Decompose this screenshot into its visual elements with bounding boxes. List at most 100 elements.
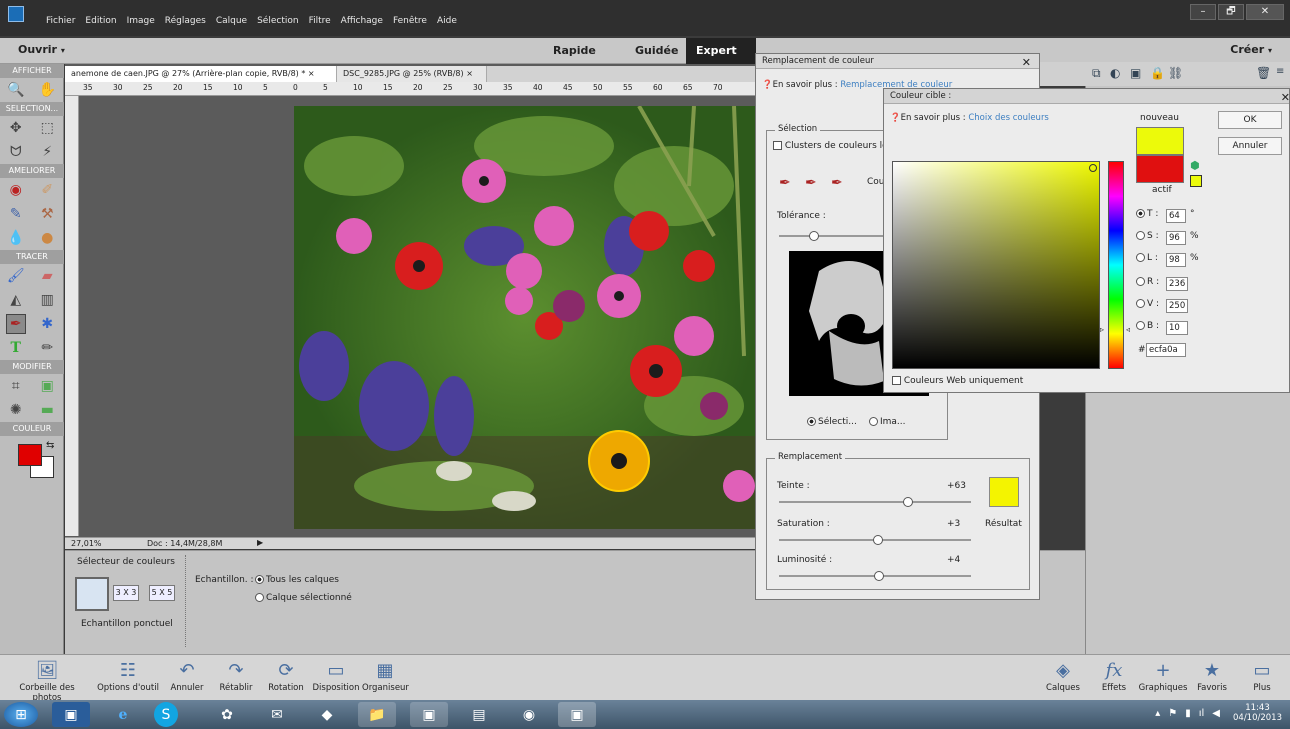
hex-input[interactable]: ecfa0a — [1146, 343, 1186, 357]
taskbar-thunderbird[interactable]: ✉ — [258, 702, 296, 727]
tab-anemone[interactable]: anemone de caen.JPG @ 27% (Arrière-plan … — [65, 66, 337, 82]
red-eye-icon[interactable]: ◉ — [6, 180, 26, 200]
taskbar-ie[interactable]: e — [104, 702, 142, 727]
radio-image[interactable]: Ima... — [869, 417, 906, 427]
radio-b[interactable] — [1136, 321, 1145, 330]
eraser-icon[interactable]: ▰ — [37, 266, 57, 286]
close-icon[interactable]: ✕ — [1022, 55, 1031, 70]
active-color-swatch[interactable] — [1136, 155, 1184, 183]
taskbar-pse[interactable]: ▣ — [410, 702, 448, 727]
layout-button[interactable]: ▭ Disposition — [310, 659, 362, 693]
lightness-value[interactable]: +4 — [947, 555, 960, 565]
straighten-icon[interactable]: ▬ — [37, 400, 57, 420]
sponge-icon[interactable]: ● — [37, 228, 57, 248]
photo-canvas[interactable] — [294, 106, 756, 529]
text-icon[interactable]: T — [6, 338, 26, 358]
menu-fichier[interactable]: Fichier — [46, 16, 75, 26]
radio-r[interactable] — [1136, 277, 1145, 286]
eyedropper-icon[interactable]: ✒ — [5, 314, 26, 334]
minimize-button[interactable]: – — [1190, 4, 1216, 20]
marquee-icon[interactable]: ⬚ — [37, 118, 57, 138]
menu-edition[interactable]: Edition — [85, 16, 116, 26]
close-icon[interactable]: × — [308, 69, 315, 78]
color-picker-titlebar[interactable]: Couleur cible : ✕ — [884, 89, 1290, 105]
menu-filtre[interactable]: Filtre — [309, 16, 331, 26]
color-field-cursor[interactable] — [1089, 164, 1097, 172]
gamut-cube-icon[interactable]: ⬢ — [1190, 159, 1200, 172]
undo-button[interactable]: ↶ Annuler — [166, 659, 208, 693]
lock-icon[interactable]: 🔒 — [1150, 66, 1165, 80]
field-s-input[interactable]: 96 — [1166, 231, 1186, 245]
color-field[interactable] — [892, 161, 1100, 369]
menu-aide[interactable]: Aide — [437, 16, 457, 26]
layers-button[interactable]: ◈ Calques — [1042, 659, 1084, 693]
saturation-knob[interactable] — [873, 535, 883, 545]
hue-pointer-right-icon[interactable]: ◃ — [1126, 325, 1130, 334]
foreground-color-swatch[interactable] — [18, 444, 42, 466]
menu-image[interactable]: Image — [127, 16, 155, 26]
tool-options-button[interactable]: ☷ Options d'outil — [96, 659, 160, 693]
taskbar-pse-editor[interactable]: ▣ — [558, 702, 596, 727]
custom-shape-icon[interactable]: ✱ — [37, 314, 57, 334]
mode-rapide[interactable]: Rapide — [543, 38, 606, 64]
menu-calque[interactable]: Calque — [216, 16, 247, 26]
link-icon[interactable]: ⛓ — [1168, 66, 1183, 80]
cancel-button[interactable]: Annuler — [1218, 137, 1282, 155]
eyedropper-minus-icon[interactable]: ✒ — [831, 175, 843, 191]
sample-point-button[interactable] — [75, 577, 109, 611]
mode-guidee[interactable]: Guidée — [625, 38, 688, 64]
start-button[interactable]: ⊞ — [4, 702, 38, 727]
ok-button[interactable]: OK — [1218, 111, 1282, 129]
gradient-icon[interactable]: ▥ — [37, 290, 57, 310]
app-icon[interactable] — [8, 6, 24, 22]
clusters-checkbox[interactable]: Clusters de couleurs lo — [773, 141, 888, 151]
recompose-icon[interactable]: ▣ — [37, 376, 57, 396]
field-r-input[interactable]: 236 — [1166, 277, 1188, 291]
clock[interactable]: 11:43 04/10/2013 — [1233, 703, 1282, 723]
taskbar-app-icon[interactable]: ▣ — [52, 702, 90, 727]
close-icon[interactable]: ✕ — [1281, 90, 1290, 105]
taskbar-skype[interactable]: S — [154, 702, 178, 727]
hand-icon[interactable]: ✋ — [37, 80, 57, 100]
zoom-value[interactable]: 27,01% — [71, 539, 102, 548]
radio-l[interactable] — [1136, 253, 1145, 262]
photo-bin-button[interactable]: 🖼 Corbeille des photos — [6, 659, 88, 703]
adjustment-icon[interactable]: ◐ — [1110, 66, 1120, 80]
healing-icon[interactable]: ✐ — [37, 180, 57, 200]
clone-stamp-icon[interactable]: ⚒ — [37, 204, 57, 224]
hue-strip[interactable] — [1108, 161, 1124, 369]
radio-s[interactable] — [1136, 231, 1145, 240]
hue-knob[interactable] — [903, 497, 913, 507]
radio-selected-layer[interactable]: Calque sélectionné — [255, 593, 352, 603]
mask-icon[interactable]: ▣ — [1130, 66, 1141, 80]
lightness-slider[interactable] — [779, 571, 971, 581]
move-icon[interactable]: ✥ — [6, 118, 26, 138]
volume-icon[interactable]: ◀ — [1212, 708, 1220, 719]
hue-slider[interactable] — [779, 497, 971, 507]
maximize-button[interactable]: 🗗 — [1218, 4, 1244, 20]
hue-value[interactable]: +63 — [947, 481, 966, 491]
create-button[interactable]: Créer ▾ — [1230, 43, 1272, 56]
web-safe-swatch[interactable] — [1190, 175, 1202, 187]
smart-brush-icon[interactable]: ✎ — [6, 204, 26, 224]
result-swatch[interactable] — [989, 477, 1019, 507]
tolerance-knob[interactable] — [809, 231, 819, 241]
favorites-button[interactable]: ★ Favoris — [1192, 659, 1232, 693]
lightness-knob[interactable] — [874, 571, 884, 581]
eyedropper-plus-icon[interactable]: ✒ — [805, 175, 817, 191]
new-layer-icon[interactable]: ⧉ — [1092, 66, 1101, 81]
content-move-icon[interactable]: ✺ — [6, 400, 26, 420]
effects-button[interactable]: fx Effets — [1096, 659, 1132, 693]
graphics-button[interactable]: + Graphiques — [1136, 659, 1190, 693]
pencil-icon[interactable]: ✏ — [37, 338, 57, 358]
signal-icon[interactable]: ıl — [1199, 708, 1205, 719]
rotate-button[interactable]: ⟳ Rotation — [264, 659, 308, 693]
magic-wand-icon[interactable]: ⚡ — [37, 142, 57, 162]
trash-icon[interactable]: 🗑 — [1256, 66, 1271, 80]
sample-5x5-button[interactable]: 5 X 5 — [149, 585, 175, 601]
field-v-input[interactable]: 250 — [1166, 299, 1188, 313]
replace-dialog-titlebar[interactable]: Remplacement de couleur ✕ — [756, 54, 1039, 69]
panel-menu-icon[interactable]: ≡ — [1276, 66, 1284, 77]
menu-reglages[interactable]: Réglages — [165, 16, 206, 26]
redo-button[interactable]: ↷ Rétablir — [214, 659, 258, 693]
